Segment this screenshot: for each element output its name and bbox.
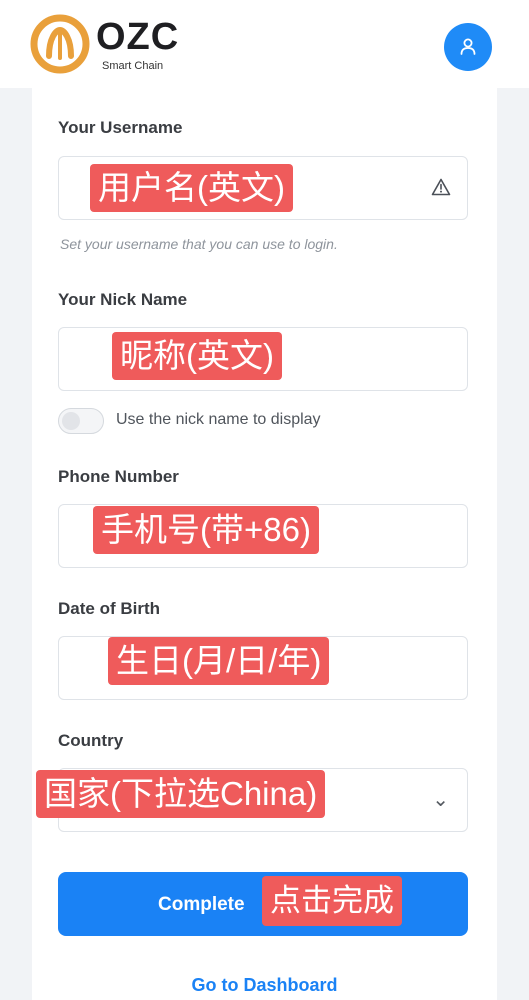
display-nickname-toggle[interactable] [58, 408, 104, 434]
warning-icon [431, 178, 451, 196]
username-hint: Set your username that you can use to lo… [60, 236, 338, 252]
display-nickname-toggle-label: Use the nick name to display [116, 411, 321, 428]
brand-tagline: Smart Chain [102, 60, 164, 72]
profile-button[interactable] [444, 23, 492, 71]
toggle-knob [62, 412, 80, 430]
annotation-username: 用户名(英文) [90, 164, 293, 212]
annotation-dob: 生日(月/日/年) [108, 637, 330, 685]
dob-label: Date of Birth [58, 599, 160, 618]
app-header: OZC Smart Chain [0, 0, 529, 88]
nickname-label: Your Nick Name [58, 290, 188, 309]
user-icon [460, 38, 476, 55]
annotation-submit: 点击完成 [262, 876, 402, 926]
annotation-country: 国家(下拉选China) [36, 770, 326, 818]
brand-name: OZC [96, 16, 180, 58]
go-to-dashboard-link[interactable]: Go to Dashboard [0, 975, 529, 996]
annotation-phone: 手机号(带+86) [93, 506, 319, 554]
complete-button-label: Complete [158, 894, 245, 915]
username-label: Your Username [58, 118, 183, 137]
annotation-nickname: 昵称(英文) [112, 332, 282, 380]
brand-logo[interactable]: OZC Smart Chain [30, 12, 200, 76]
chevron-down-icon: ⌄ [432, 789, 449, 811]
phone-label: Phone Number [58, 467, 179, 486]
ozc-logo-icon [30, 14, 90, 74]
country-label: Country [58, 731, 124, 750]
